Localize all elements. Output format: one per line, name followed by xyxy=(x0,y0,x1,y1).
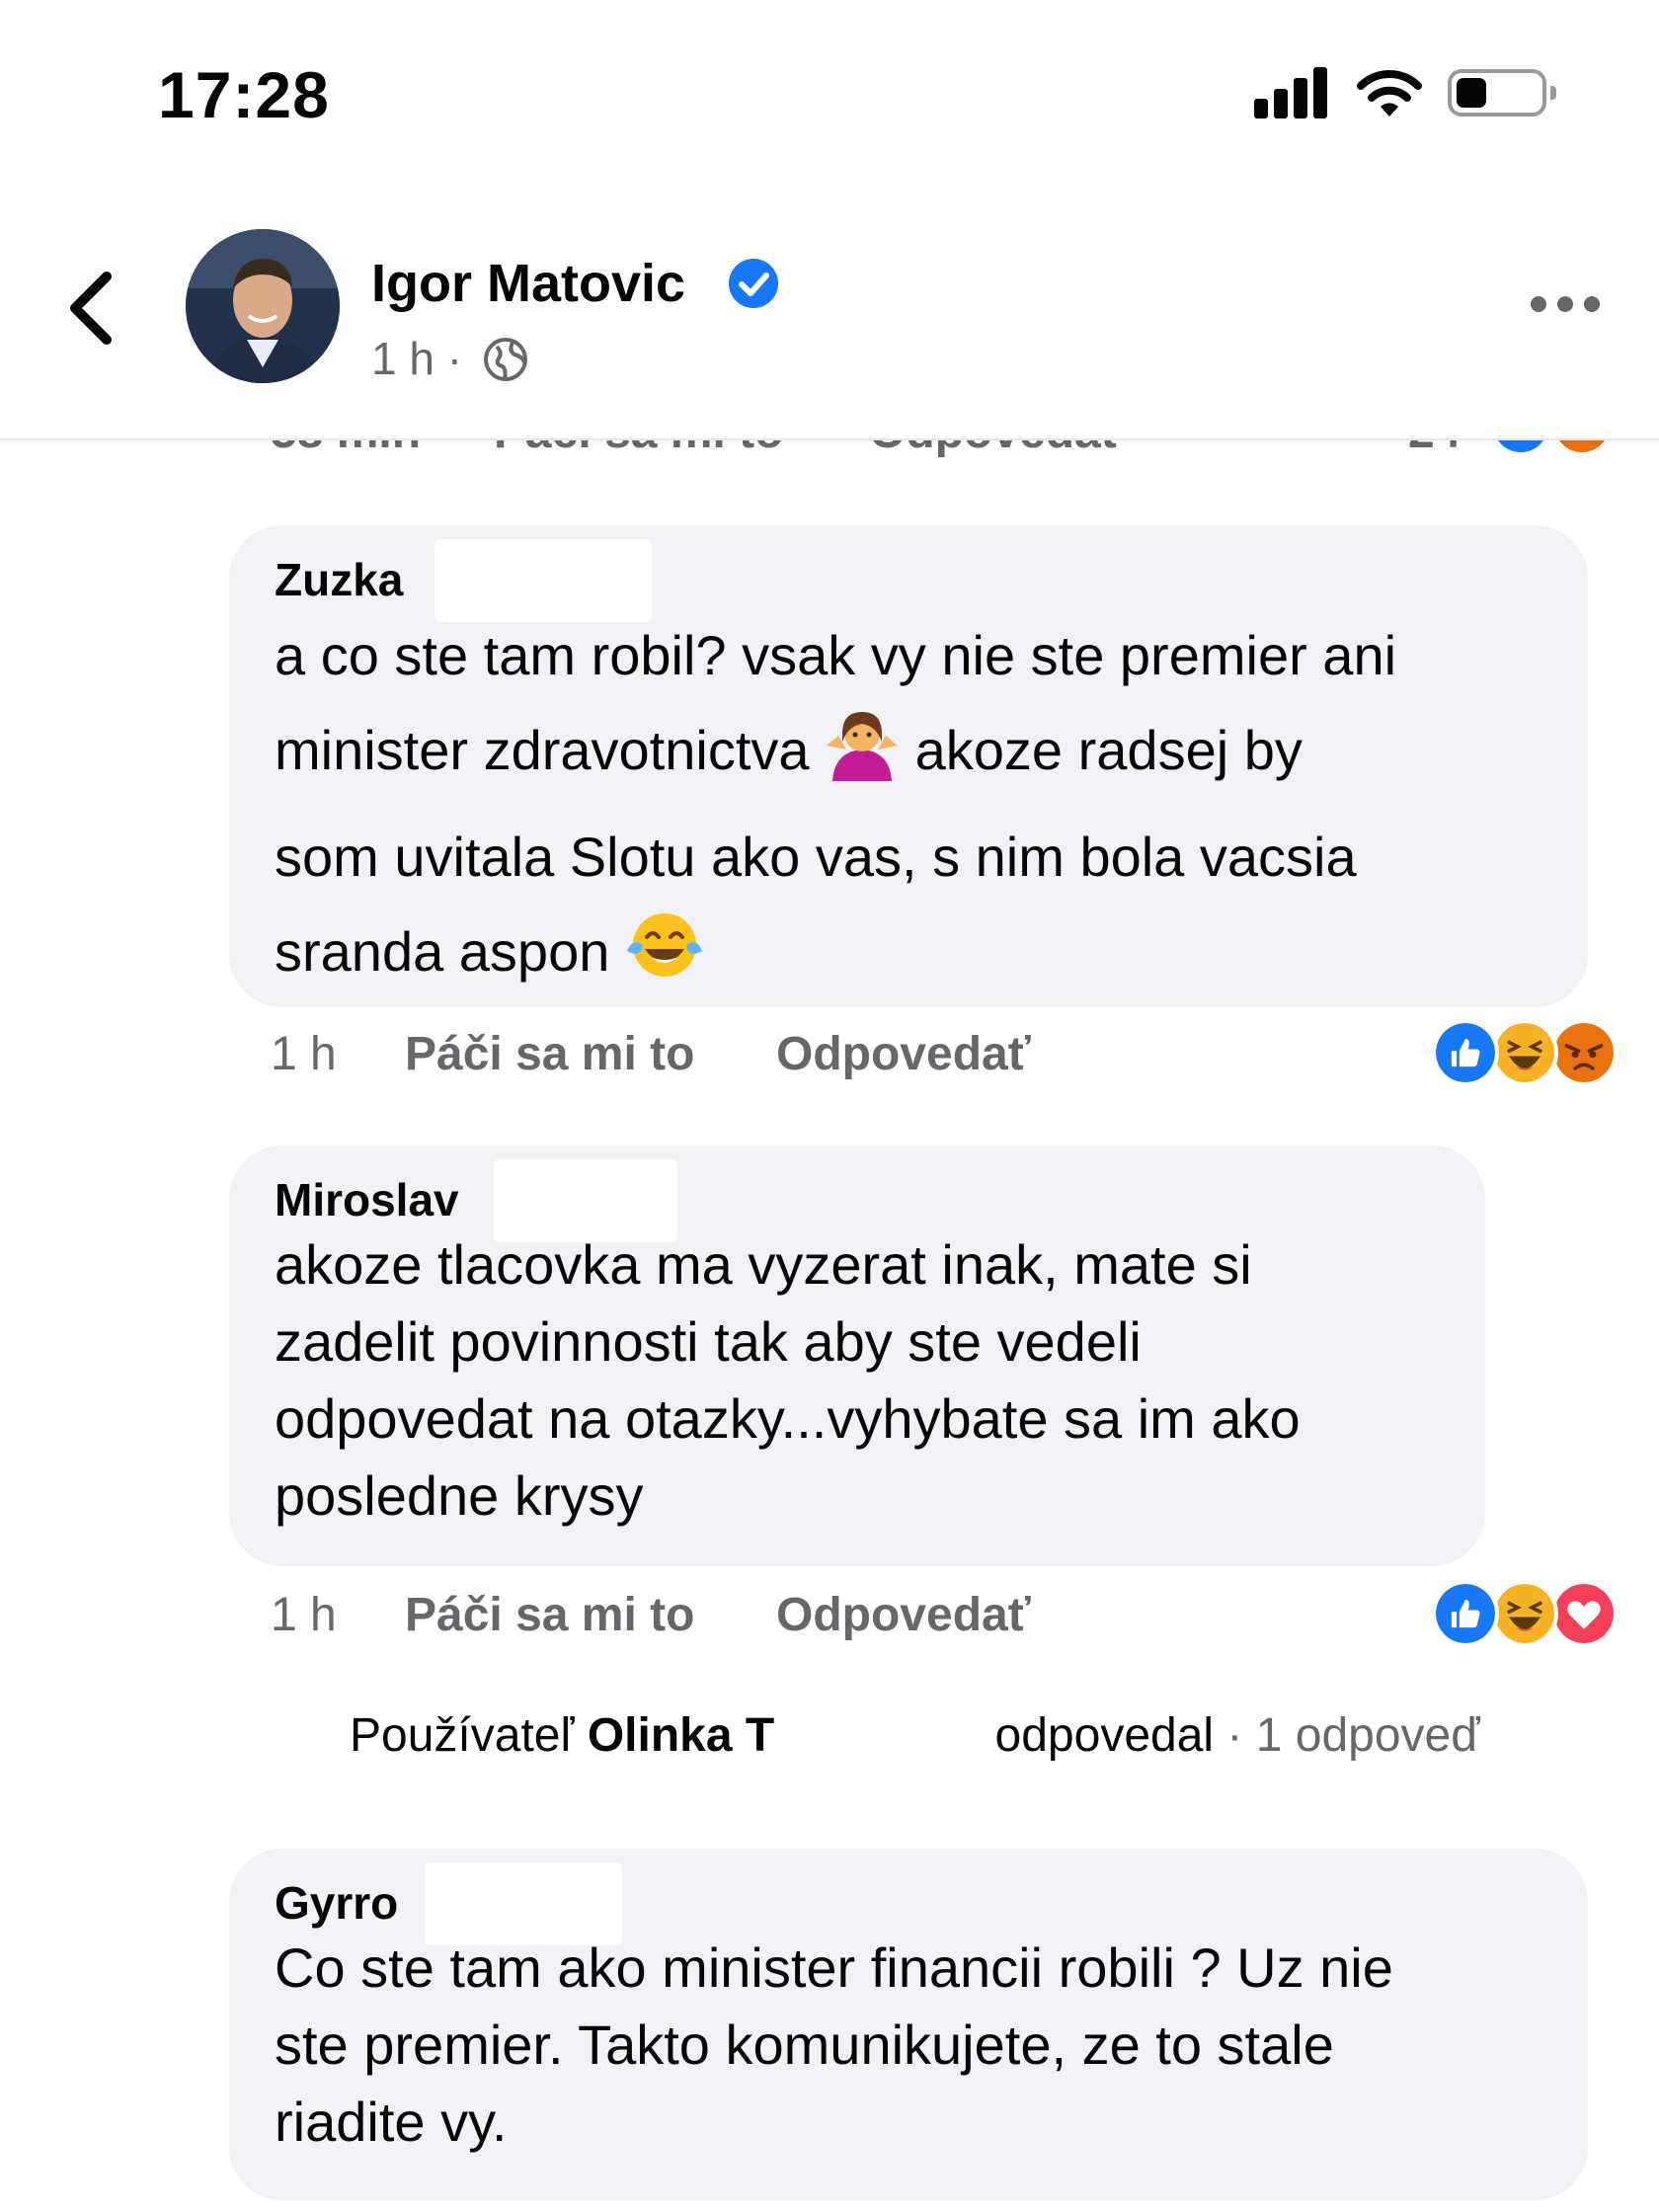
battery-icon xyxy=(1448,69,1556,117)
haha-reaction-icon xyxy=(1491,1019,1558,1086)
comment-text: akoze tlacovka ma vyzerat inak, mate si … xyxy=(275,1233,1301,1527)
comment-text: a co ste tam robil? vsak vy nie ste prem… xyxy=(275,608,1542,1011)
more-options-icon[interactable] xyxy=(1531,292,1600,316)
back-chevron-icon[interactable] xyxy=(63,269,122,348)
reaction-icons[interactable] xyxy=(1432,1580,1620,1651)
angry-reaction-icon xyxy=(1550,1019,1618,1086)
reaction-icons[interactable] xyxy=(1432,1019,1620,1090)
tears-of-joy-emoji-icon xyxy=(625,908,704,1011)
reply-button[interactable]: Odpovedať xyxy=(776,1588,1031,1642)
comment-bubble: Gyrro Co ste tam ako minister financii r… xyxy=(229,1849,1588,2200)
status-bar: 17:28 xyxy=(0,0,1659,178)
post-author-name[interactable]: Igor Matovic xyxy=(371,253,685,314)
globe-icon xyxy=(483,338,527,381)
comment-bubble: Miroslav akoze tlacovka ma vyzerat inak,… xyxy=(229,1146,1485,1566)
post-header: Igor Matovic 1 h · xyxy=(0,178,1659,440)
redaction-box xyxy=(774,1708,983,1769)
haha-reaction-icon xyxy=(1491,1580,1558,1647)
avatar[interactable] xyxy=(186,229,340,383)
comment-actions: 1 h Páči sa mi to Odpovedať 55 xyxy=(271,1580,1633,1657)
meta-separator: · xyxy=(446,333,463,384)
comment-actions: 1 h Páči sa mi to Odpovedať 88 xyxy=(271,1019,1633,1096)
verified-badge-icon xyxy=(729,259,778,308)
comment-author[interactable]: Gyrro xyxy=(275,1862,1542,1945)
like-reaction-icon xyxy=(1432,1019,1499,1086)
post-time: 1 h xyxy=(371,333,434,384)
woman-shrugging-emoji-icon xyxy=(825,706,900,810)
redaction-box xyxy=(434,539,652,622)
cellular-signal-icon xyxy=(1254,67,1333,118)
post-meta: 1 h · xyxy=(371,332,528,385)
reply-user-name[interactable]: Olinka T xyxy=(588,1709,774,1762)
redaction-box xyxy=(494,1159,677,1242)
comment-bubble: Zuzka a co ste tam robil? vsak vy nie st… xyxy=(229,525,1588,1007)
like-button[interactable]: Páči sa mi to xyxy=(405,1027,694,1081)
like-reaction-icon xyxy=(1432,1580,1499,1647)
redaction-box xyxy=(425,1862,622,1945)
comment-author[interactable]: Zuzka xyxy=(275,539,1542,622)
comment-time[interactable]: 1 h xyxy=(271,1588,337,1642)
view-replies-link[interactable]: Používateľ Olinka T odpovedal · 1 odpove… xyxy=(350,1708,1480,1769)
status-time: 17:28 xyxy=(158,58,330,131)
comment-time[interactable]: 1 h xyxy=(271,1027,337,1081)
comment-text: Co ste tam ako minister financii robili … xyxy=(275,1936,1393,2153)
love-reaction-icon xyxy=(1550,1580,1618,1647)
comment-author[interactable]: Miroslav xyxy=(275,1159,1440,1242)
like-button[interactable]: Páči sa mi to xyxy=(405,1588,694,1642)
reply-button[interactable]: Odpovedať xyxy=(776,1027,1031,1081)
wifi-icon xyxy=(1357,70,1422,117)
